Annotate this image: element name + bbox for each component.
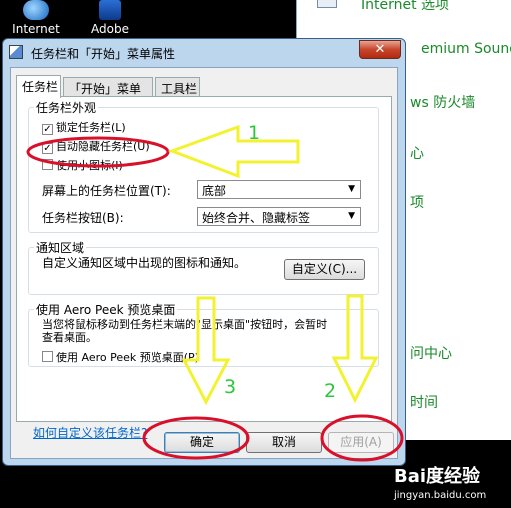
checkbox-checked-icon: ✓ [42,143,53,154]
auto-hide-checkbox[interactable]: ✓ 自动隐藏任务栏(U) [42,138,150,154]
desktop-icon-label: Internet [12,22,60,36]
tab-toolbars[interactable]: 工具栏 [155,77,200,97]
dropdown-arrow-icon: ▼ [348,211,355,221]
small-icons-checkbox[interactable]: 使用小图标(I) [42,157,123,173]
cp-item-internet-options[interactable]: Internet 选项 [317,0,449,14]
checkbox-checked-icon: ✓ [42,124,53,135]
location-select[interactable]: 底部 ▼ [197,180,361,199]
apply-button[interactable]: 应用(A) [328,432,394,453]
checkbox-unchecked-icon [42,351,53,362]
notification-description: 自定义通知区域中出现的图标和通知。 [42,256,247,270]
internet-options-icon [317,0,337,8]
aero-peek-description-line1: 当您将鼠标移动到任务栏末端的"显示桌面"按钮时，会暂时 [42,318,328,331]
group-title: 通知区域 [34,239,87,256]
cp-item-access-center[interactable]: 问中心 [410,343,452,363]
location-label: 屏幕上的任务栏位置(T): [42,184,171,198]
buttons-label: 任务栏按钮(B): [42,211,124,225]
group-taskbar-appearance: 任务栏外观 ✓ 锁定任务栏(L) ✓ 自动隐藏任务栏(U) 使用小图标(I) 屏幕上… [28,99,379,233]
close-button[interactable]: ✕ [359,40,401,59]
adobe-icon [99,0,121,20]
internet-explorer-icon [23,0,49,20]
desktop-icon-internet[interactable]: Internet [6,0,66,38]
group-title: 使用 Aero Peek 预览桌面 [34,301,178,318]
watermark-url: jingyan.baidu.com [394,490,487,501]
taskbar-buttons-select[interactable]: 始终合并、隐藏标签 ▼ [197,207,361,226]
annotation-step-2: 2 [324,380,337,402]
annotation-step-3: 3 [224,376,237,398]
cp-item-center[interactable]: 心 [410,143,424,163]
watermark-logo: Bai度经验 [394,466,481,487]
desktop-icon-label: Adobe [91,22,129,36]
annotation-step-1: 1 [248,122,261,144]
tab-panel-taskbar: 任务栏外观 ✓ 锁定任务栏(L) ✓ 自动隐藏任务栏(U) 使用小图标(I) 屏幕上… [16,96,392,440]
group-aero-peek: 使用 Aero Peek 预览桌面 当您将鼠标移动到任务栏末端的"显示桌面"按钮… [28,301,379,367]
tab-start-menu[interactable]: 「开始」菜单 [63,77,153,97]
customize-button[interactable]: 自定义(C)... [284,259,365,280]
aero-peek-description-line2: 查看桌面。 [42,331,97,344]
cp-item-sound[interactable]: emium Sound [421,41,511,57]
group-title: 任务栏外观 [34,99,99,116]
cancel-button[interactable]: 取消 [246,432,322,453]
aero-peek-checkbox[interactable]: 使用 Aero Peek 预览桌面(P) [42,349,199,365]
tab-taskbar[interactable]: 任务栏 [16,75,61,98]
help-link[interactable]: 如何自定义该任务栏? [33,424,147,441]
desktop-icon-adobe[interactable]: Adobe [80,0,140,38]
dialog-client: 任务栏 「开始」菜单 工具栏 任务栏外观 ✓ 锁定任务栏(L) ✓ 自动隐藏任务栏(… [10,67,398,459]
checkbox-unchecked-icon [42,159,53,170]
dropdown-arrow-icon: ▼ [348,184,355,194]
cp-item-firewall[interactable]: ws 防火墙 [410,92,475,112]
window-title: 任务栏和「开始」菜单属性 [31,47,176,61]
ok-button[interactable]: 确定 [164,432,240,453]
title-bar[interactable]: 任务栏和「开始」菜单属性 ✕ [3,39,405,65]
baidu-watermark: Bai度经验 jingyan.baidu.com [394,462,509,506]
group-notification-area: 通知区域 自定义通知区域中出现的图标和通知。 自定义(C)... [28,239,379,295]
cp-item-datetime[interactable]: 时间 [410,392,438,412]
taskbar-properties-dialog: 任务栏和「开始」菜单属性 ✕ 任务栏 「开始」菜单 工具栏 任务栏外观 ✓ 锁定任… [2,38,406,466]
lock-taskbar-checkbox[interactable]: ✓ 锁定任务栏(L) [42,119,126,135]
cp-item-options[interactable]: 项 [410,192,424,212]
window-icon [9,45,23,59]
